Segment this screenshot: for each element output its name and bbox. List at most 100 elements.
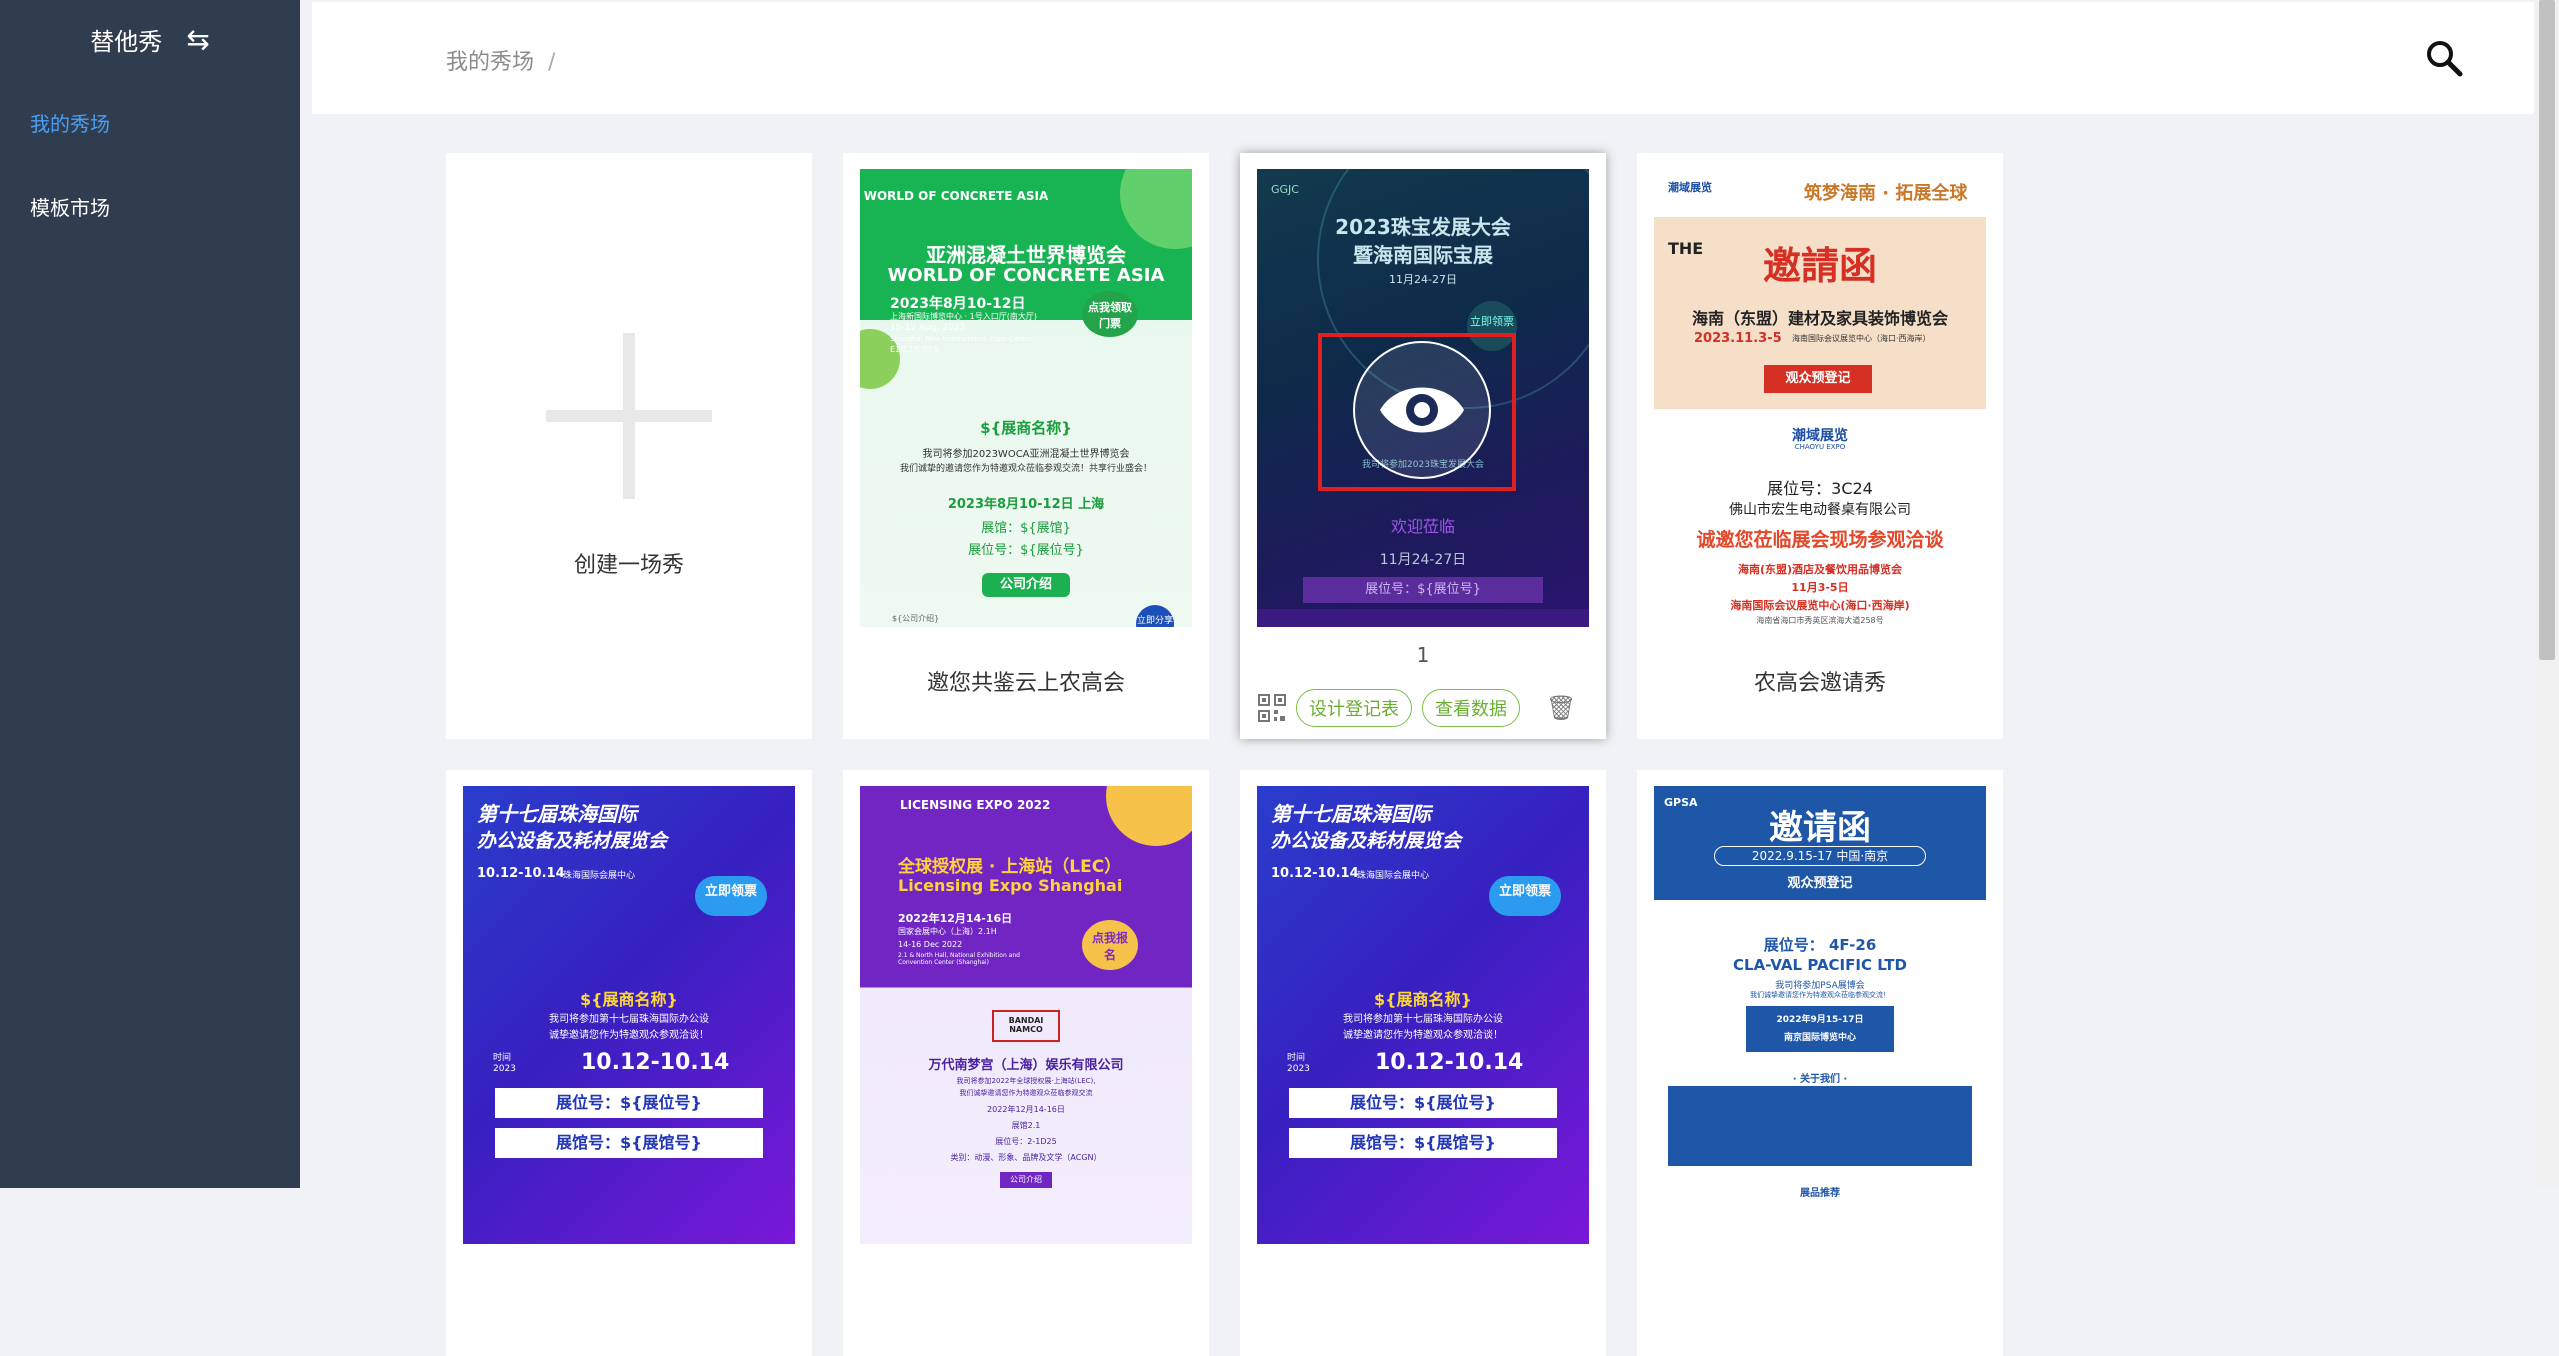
poster-company: ${展商名称} xyxy=(580,990,678,1009)
poster-line-2: 诚挚邀请您作为特邀观众参观洽谈！ xyxy=(549,1030,709,1041)
show-title: 农高会邀请秀 xyxy=(1753,671,1886,696)
poster-venue: 海南国际会议展览中心（海口·西海岸） xyxy=(1792,334,1931,343)
show-poster[interactable]: WORLD OF CONCRETE ASIA 亚洲混凝土世界博览会 WORLD … xyxy=(860,169,1192,627)
poster-booth: 展位号：${展位号} xyxy=(1303,577,1543,603)
poster-title-1: 2023珠宝发展大会 xyxy=(1335,215,1511,239)
poster-title-2: 暨海南国际宝展 xyxy=(1353,243,1493,267)
show-card[interactable]: 第十七届珠海国际 办公设备及耗材展览会 10.12-10.14 珠海国际会展中心… xyxy=(1240,770,1606,1356)
scrollbar-thumb[interactable] xyxy=(2539,0,2555,660)
view-data-button[interactable]: 查看数据 xyxy=(1422,689,1520,727)
products-heading: 展品推荐 xyxy=(1800,1188,1840,1199)
poster-welcome: 欢迎莅临 xyxy=(1390,517,1455,536)
poster-booth: 展位号：2-1D25 xyxy=(995,1137,1057,1146)
poster-venue: 珠海国际会展中心 xyxy=(563,871,636,881)
poster-booth: 展位号： 4F-26 xyxy=(1763,936,1877,954)
poster-venue-en: 2.1 & North Hall, National Exhibition an… xyxy=(898,952,1020,966)
sidebar-item-template-market[interactable]: 模板市场 xyxy=(30,192,110,221)
org-logo-2: 潮域展览 xyxy=(1792,428,1848,444)
switch-icon[interactable]: ⇆ xyxy=(186,23,209,56)
show-card[interactable]: WORLD OF CONCRETE ASIA 亚洲混凝土世界博览会 WORLD … xyxy=(843,153,1209,739)
show-card-hovered[interactable]: GGJC 2023珠宝发展大会 暨海南国际宝展 11月24-27日 立即领票 我… xyxy=(1240,153,1606,739)
poster-line-1: 我司将参加第十七届珠海国际办公设 xyxy=(1343,1014,1503,1025)
poster-title-1: 第十七届珠海国际 xyxy=(477,802,637,826)
ticket-sticker: 立即领票 xyxy=(1489,876,1561,916)
poster-invitation: 邀请函 xyxy=(1769,808,1871,848)
brand-logo: BANDAI NAMCO xyxy=(992,1010,1060,1042)
poster-line-2: 我们诚挚邀请您作为特邀观众莅临参观交流！ xyxy=(1750,991,1890,999)
poster-date: 2023年8月10-12日 xyxy=(890,296,1026,312)
time-label: 时间 xyxy=(1287,1053,1306,1063)
poster-booth: 展位号：${展位号} xyxy=(968,543,1084,558)
poster-venue: 国家会展中心（上海）2.1H xyxy=(898,927,997,936)
show-poster[interactable]: LICENSING EXPO 2022 全球授权展 · 上海站（LEC） Lic… xyxy=(860,786,1192,1244)
breadcrumb-separator: / xyxy=(548,50,556,75)
year-label: 2023 xyxy=(493,1064,516,1074)
poster-brand: WORLD OF CONCRETE ASIA xyxy=(863,189,1049,203)
poster-date: 10.12-10.14 xyxy=(477,866,565,881)
poster-date: 2022年12月14-16日 xyxy=(898,912,1013,925)
about-heading: · 关于我们 · xyxy=(1792,1074,1848,1085)
signup-sticker: 点我报名 xyxy=(1082,920,1138,970)
sidebar-item-my-shows[interactable]: 我的秀场 xyxy=(30,108,110,137)
poster-company: CLA-VAL PACIFIC LTD xyxy=(1733,956,1907,974)
search-icon[interactable] xyxy=(2424,38,2464,78)
show-card[interactable]: LICENSING EXPO 2022 全球授权展 · 上海站（LEC） Lic… xyxy=(843,770,1209,1356)
register-badge: 观众预登记 xyxy=(1764,365,1872,393)
poster-date-2: 10.12-10.14 xyxy=(1375,1050,1524,1075)
show-card[interactable]: 第十七届珠海国际 办公设备及耗材展览会 10.12-10.14 珠海国际会展中心… xyxy=(446,770,812,1356)
poster-date-en: 14-16 Dec 2022 xyxy=(898,940,963,949)
poster-title-2: 办公设备及耗材展览会 xyxy=(1271,830,1462,852)
poster-hall: 展馆号：${展馆号} xyxy=(1289,1128,1557,1158)
show-poster[interactable]: 第十七届珠海国际 办公设备及耗材展览会 10.12-10.14 珠海国际会展中心… xyxy=(1257,786,1589,1244)
time-label: 时间 xyxy=(493,1053,512,1063)
poster-line-1: 我司将参加2022年全球授权展·上海站(LEC), xyxy=(956,1077,1096,1085)
poster-line-1: 我司将参加第十七届珠海国际办公设 xyxy=(549,1014,709,1025)
create-show-card[interactable]: 创建一场秀 xyxy=(446,153,812,739)
poster-venue: 南京国际博览中心 xyxy=(1783,1033,1856,1043)
poster-date: 10.12-10.14 xyxy=(1271,866,1359,881)
show-poster[interactable]: GPSA 邀请函 2022.9.15-17 中国·南京 观众预登记 展位号： 4… xyxy=(1654,786,1986,1244)
poster-intro-badge: 公司介绍 xyxy=(982,573,1070,597)
create-show-label: 创建一场秀 xyxy=(573,553,684,578)
qr-code-icon[interactable] xyxy=(1258,694,1286,722)
poster-date: 2023.11.3-5 xyxy=(1694,331,1782,346)
poster-title-en: Licensing Expo Shanghai xyxy=(898,876,1123,895)
poster-line-1: 海南(东盟)酒店及餐饮用品博览会 xyxy=(1737,563,1903,576)
poster-line-4: 海南省海口市秀英区滨海大道258号 xyxy=(1756,616,1884,625)
poster-line-2: 11月3-5日 xyxy=(1791,581,1849,594)
poster-when: 2023年8月10-12日 上海 xyxy=(947,497,1105,512)
poster-date-en: 10-12 Aug. 2023 xyxy=(890,323,966,333)
poster-company: ${展商名称} xyxy=(1374,990,1472,1009)
poster-invite: 诚邀您莅临展会现场参观洽谈 xyxy=(1696,529,1944,551)
poster-intro-badge: 公司介绍 xyxy=(1000,1172,1052,1188)
show-card[interactable]: GPSA 邀请函 2022.9.15-17 中国·南京 观众预登记 展位号： 4… xyxy=(1637,770,2003,1356)
header: 我的秀场 / xyxy=(312,2,2534,114)
scrollbar[interactable] xyxy=(2534,0,2559,1188)
trash-icon[interactable]: 🗑 xyxy=(1546,694,1576,722)
design-form-button[interactable]: 设计登记表 xyxy=(1296,689,1412,727)
poster-logo: LICENSING EXPO 2022 xyxy=(900,798,1051,812)
poster-booth: 展位号：${展位号} xyxy=(1289,1088,1557,1118)
poster-title-2: 办公设备及耗材展览会 xyxy=(477,830,668,852)
breadcrumb: 我的秀场 / xyxy=(446,44,555,76)
poster-hall: 展馆：${展馆} xyxy=(981,521,1071,536)
poster-date-2: 2022年12月14-16日 xyxy=(987,1105,1065,1114)
poster-title-1: 第十七届珠海国际 xyxy=(1271,802,1431,826)
show-poster[interactable]: 潮域展览 筑梦海南 · 拓展全球 THE 邀請函 海南（东盟）建材及家具装饰博览… xyxy=(1654,169,1986,627)
poster-venue-en: Shanghai New International Expo Centre xyxy=(890,335,1033,343)
share-sticker: 立即分享 xyxy=(1136,605,1174,627)
breadcrumb-item[interactable]: 我的秀场 xyxy=(446,50,534,75)
poster-line-2: 我们诚挚的邀请您作为特邀观众莅临参观交流！共享行业盛会！ xyxy=(899,464,1152,474)
show-card[interactable]: 潮域展览 筑梦海南 · 拓展全球 THE 邀請函 海南（东盟）建材及家具装饰博览… xyxy=(1637,153,2003,739)
poster-company: 佛山市宏生电动餐桌有限公司 xyxy=(1729,502,1911,518)
sidebar: 替他秀 ⇆ 我的秀场 模板市场 xyxy=(0,0,300,1188)
brand[interactable]: 替他秀 ⇆ xyxy=(0,0,300,78)
poster-line-3: 海南国际会议展览中心(海口·西海岸) xyxy=(1730,599,1910,612)
show-poster[interactable]: 第十七届珠海国际 办公设备及耗材展览会 10.12-10.14 珠海国际会展中心… xyxy=(463,786,795,1244)
poster-booth: 展位号：3C24 xyxy=(1767,479,1873,498)
poster-line-2: 诚挚邀请您作为特邀观众参观洽谈！ xyxy=(1343,1030,1503,1041)
ticket-sticker: 立即领票 xyxy=(695,876,767,916)
brand-name: 替他秀 xyxy=(90,27,163,56)
poster-company: 万代南梦宫（上海）娱乐有限公司 xyxy=(928,1058,1124,1073)
poster-date: 11月24-27日 xyxy=(1389,273,1457,286)
